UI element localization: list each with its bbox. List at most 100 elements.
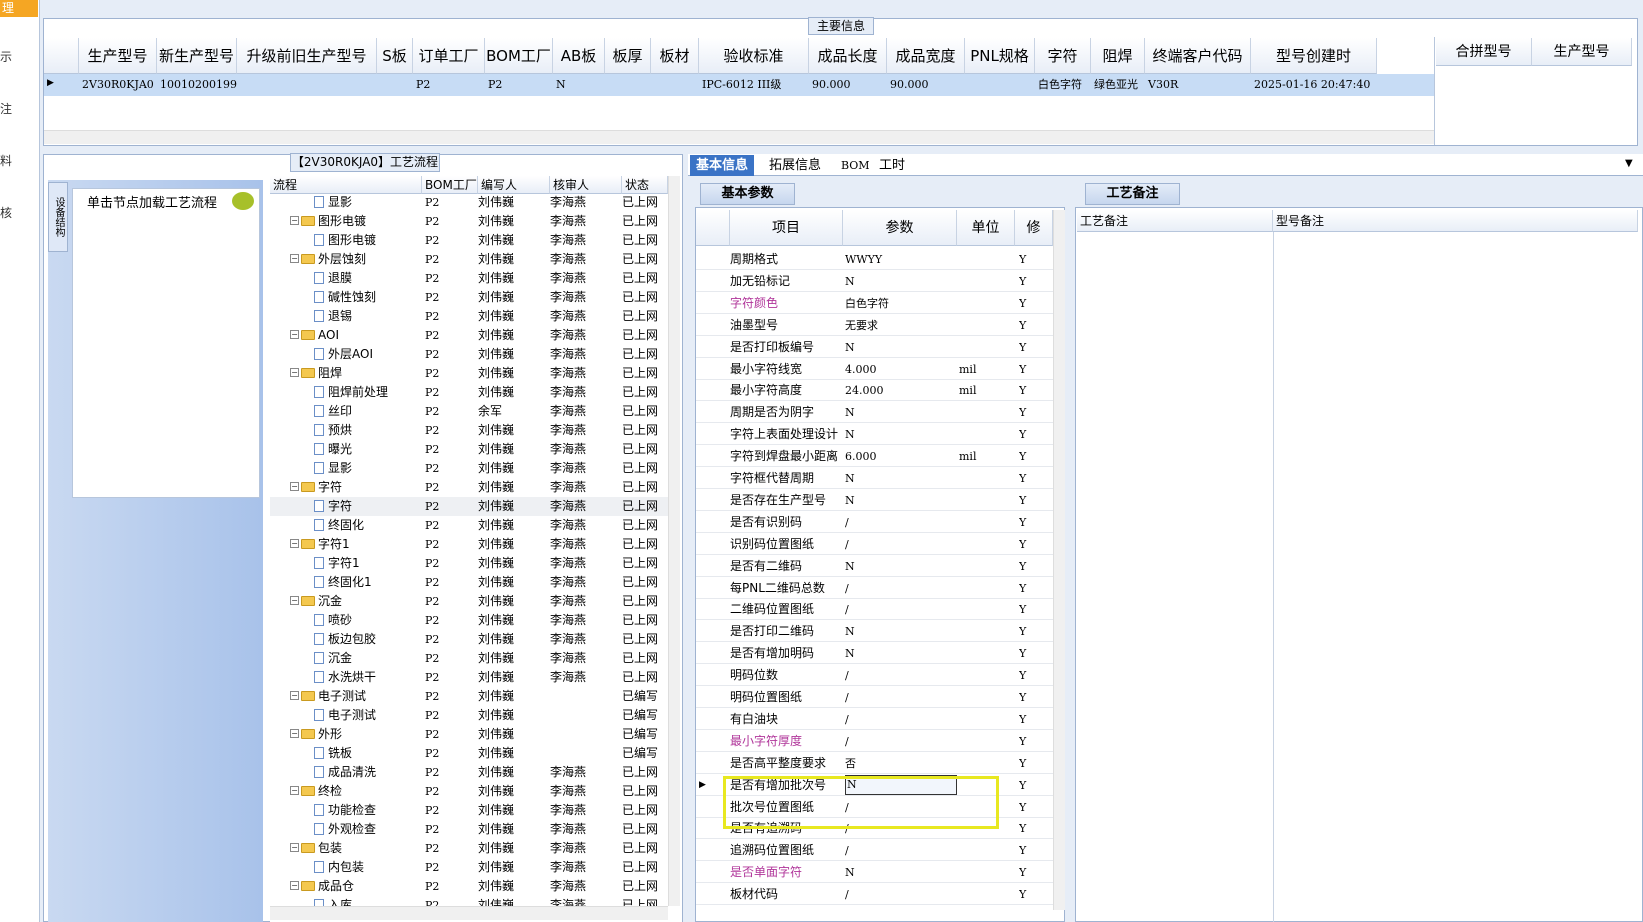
tree-row[interactable]: 外观检查 P2 刘伟巍 李海燕 已上网 — [270, 820, 670, 839]
param-row[interactable]: 字符上表面处理设计 N Y — [696, 424, 1056, 446]
tree-node-name[interactable]: − 外形 — [290, 725, 420, 744]
main-info-h-scrollbar[interactable] — [44, 130, 1434, 144]
param-row[interactable]: 板材代码 / Y — [696, 884, 1056, 906]
collapse-icon[interactable]: − — [290, 843, 299, 852]
tree-node-name[interactable]: 功能检查 — [314, 801, 420, 820]
tree-row[interactable]: − 终检 P2 刘伟巍 李海燕 已上网 — [270, 782, 670, 801]
column-header[interactable]: 验收标准 — [699, 38, 809, 74]
column-header[interactable]: 阻焊 — [1091, 38, 1145, 74]
param-row[interactable]: 明码位数 / Y — [696, 665, 1056, 687]
tree-v-scrollbar[interactable] — [668, 176, 680, 906]
tree-row[interactable]: 碱性蚀刻 P2 刘伟巍 李海燕 已上网 — [270, 288, 670, 307]
tree-row[interactable]: − 图形电镀 P2 刘伟巍 李海燕 已上网 — [270, 212, 670, 231]
param-value[interactable]: 24.000 — [845, 380, 957, 401]
collapse-icon[interactable]: − — [290, 330, 299, 339]
tree-node-name[interactable]: 板边包胶 — [314, 630, 420, 649]
tree-node-name[interactable]: − 成品仓 — [290, 877, 420, 896]
tree-row[interactable]: − 字符 P2 刘伟巍 李海燕 已上网 — [270, 478, 670, 497]
tree-row[interactable]: 显影 P2 刘伟巍 李海燕 已上网 — [270, 193, 670, 212]
param-row[interactable]: 有白油块 / Y — [696, 709, 1056, 730]
collapse-icon[interactable]: − — [290, 596, 299, 605]
tree-row[interactable]: 退膜 P2 刘伟巍 李海燕 已上网 — [270, 269, 670, 288]
param-row[interactable]: 是否有二维码 N Y — [696, 556, 1056, 577]
param-row[interactable]: 加无铅标记 N Y — [696, 271, 1056, 292]
tree-node-name[interactable]: 退锡 — [314, 307, 420, 326]
param-row[interactable]: 最小字符高度 24.000 mil Y — [696, 380, 1056, 402]
tree-row[interactable]: 内包装 P2 刘伟巍 李海燕 已上网 — [270, 858, 670, 877]
column-header[interactable]: BOM工厂 — [422, 176, 478, 194]
collapse-icon[interactable]: − — [290, 691, 299, 700]
column-header[interactable]: 终端客户代码 — [1145, 38, 1251, 74]
tab-basic-info[interactable]: 基本信息 — [690, 155, 755, 176]
collapse-icon[interactable]: − — [290, 881, 299, 890]
left-nav-item[interactable]: 料 — [0, 152, 12, 169]
tree-row[interactable]: 功能检查 P2 刘伟巍 李海燕 已上网 — [270, 801, 670, 820]
column-header[interactable]: 状态 — [622, 176, 668, 194]
param-row[interactable]: 字符颜色 白色字符 Y — [696, 293, 1056, 314]
param-row[interactable]: 二维码位置图纸 / Y — [696, 599, 1056, 621]
collapse-icon[interactable]: − — [290, 786, 299, 795]
column-header[interactable]: 板材 — [651, 38, 699, 74]
param-row[interactable]: 周期是否为阴字 N Y — [696, 402, 1056, 424]
tree-node-name[interactable]: 外观检查 — [314, 820, 420, 839]
param-row[interactable]: 字符框代替周期 N Y — [696, 468, 1056, 489]
param-value[interactable]: 否 — [845, 753, 957, 774]
tree-node-name[interactable]: 沉金 — [314, 649, 420, 668]
column-header[interactable]: 成品长度 — [809, 38, 887, 74]
tree-row[interactable]: 铣板 P2 刘伟巍 已编写 — [270, 744, 670, 763]
column-header[interactable]: 字符 — [1035, 38, 1091, 74]
param-value[interactable]: N — [845, 490, 957, 511]
tree-row[interactable]: 显影 P2 刘伟巍 李海燕 已上网 — [270, 459, 670, 478]
left-nav-item[interactable]: 注 — [0, 100, 12, 117]
params-v-scrollbar[interactable] — [1053, 210, 1065, 910]
param-row[interactable]: 识别码位置图纸 / Y — [696, 534, 1056, 555]
param-row[interactable]: 每PNL二维码总数 / Y — [696, 578, 1056, 599]
left-nav-selected-item[interactable]: 理 — [0, 0, 38, 17]
param-row[interactable]: 明码位置图纸 / Y — [696, 687, 1056, 708]
param-value[interactable]: N — [845, 424, 957, 445]
param-value[interactable]: N — [845, 862, 957, 883]
tree-node-name[interactable]: − AOI — [290, 326, 420, 345]
param-value[interactable]: 无要求 — [845, 315, 957, 336]
collapse-icon[interactable]: − — [290, 254, 299, 263]
column-header[interactable]: S板 — [377, 38, 413, 74]
param-value[interactable]: N — [845, 643, 957, 664]
collapse-icon[interactable]: − — [290, 482, 299, 491]
tree-node-name[interactable]: 终固化 — [314, 516, 420, 535]
param-value[interactable]: N — [845, 468, 957, 489]
tree-node-name[interactable]: 碱性蚀刻 — [314, 288, 420, 307]
param-row[interactable]: 追溯码位置图纸 / Y — [696, 840, 1056, 862]
left-nav-item[interactable]: 核 — [0, 204, 12, 221]
param-row[interactable]: 字符到焊盘最小距离 6.000 mil Y — [696, 446, 1056, 468]
tree-row[interactable]: 字符1 P2 刘伟巍 李海燕 已上网 — [270, 554, 670, 573]
column-header[interactable]: 项目 — [730, 210, 843, 246]
tree-node-name[interactable]: 字符 — [314, 497, 420, 516]
tree-row[interactable]: − 电子测试 P2 刘伟巍 已编写 — [270, 687, 670, 706]
tree-node-name[interactable]: − 沉金 — [290, 592, 420, 611]
tree-node-name[interactable]: 显影 — [314, 193, 420, 212]
tree-node-name[interactable]: − 阻焊 — [290, 364, 420, 383]
tree-node-name[interactable]: 喷砂 — [314, 611, 420, 630]
tree-node-name[interactable]: − 电子测试 — [290, 687, 420, 706]
param-value[interactable]: / — [845, 840, 957, 861]
tree-node-name[interactable]: 图形电镀 — [314, 231, 420, 250]
collapse-icon[interactable]: − — [290, 216, 299, 225]
param-value[interactable]: N — [845, 621, 957, 642]
tree-node-name[interactable]: − 字符 — [290, 478, 420, 497]
tree-node-name[interactable]: 预烘 — [314, 421, 420, 440]
tree-node-name[interactable]: 阻焊前处理 — [314, 383, 420, 402]
tree-node-name[interactable]: 字符1 — [314, 554, 420, 573]
tree-node-name[interactable]: − 外层蚀刻 — [290, 250, 420, 269]
collapse-icon[interactable]: − — [290, 368, 299, 377]
param-value[interactable]: / — [845, 534, 957, 555]
tree-node-name[interactable]: − 包装 — [290, 839, 420, 858]
tree-row[interactable]: − 包装 P2 刘伟巍 李海燕 已上网 — [270, 839, 670, 858]
tree-row[interactable]: 电子测试 P2 刘伟巍 已编写 — [270, 706, 670, 725]
tree-row[interactable]: 终固化1 P2 刘伟巍 李海燕 已上网 — [270, 573, 670, 592]
tree-row[interactable]: 终固化 P2 刘伟巍 李海燕 已上网 — [270, 516, 670, 535]
column-header[interactable]: 订单工厂 — [413, 38, 485, 74]
tree-node-name[interactable]: 曝光 — [314, 440, 420, 459]
tree-row[interactable]: 喷砂 P2 刘伟巍 李海燕 已上网 — [270, 611, 670, 630]
param-value[interactable]: / — [845, 599, 957, 620]
column-header[interactable]: 参数 — [843, 210, 957, 246]
